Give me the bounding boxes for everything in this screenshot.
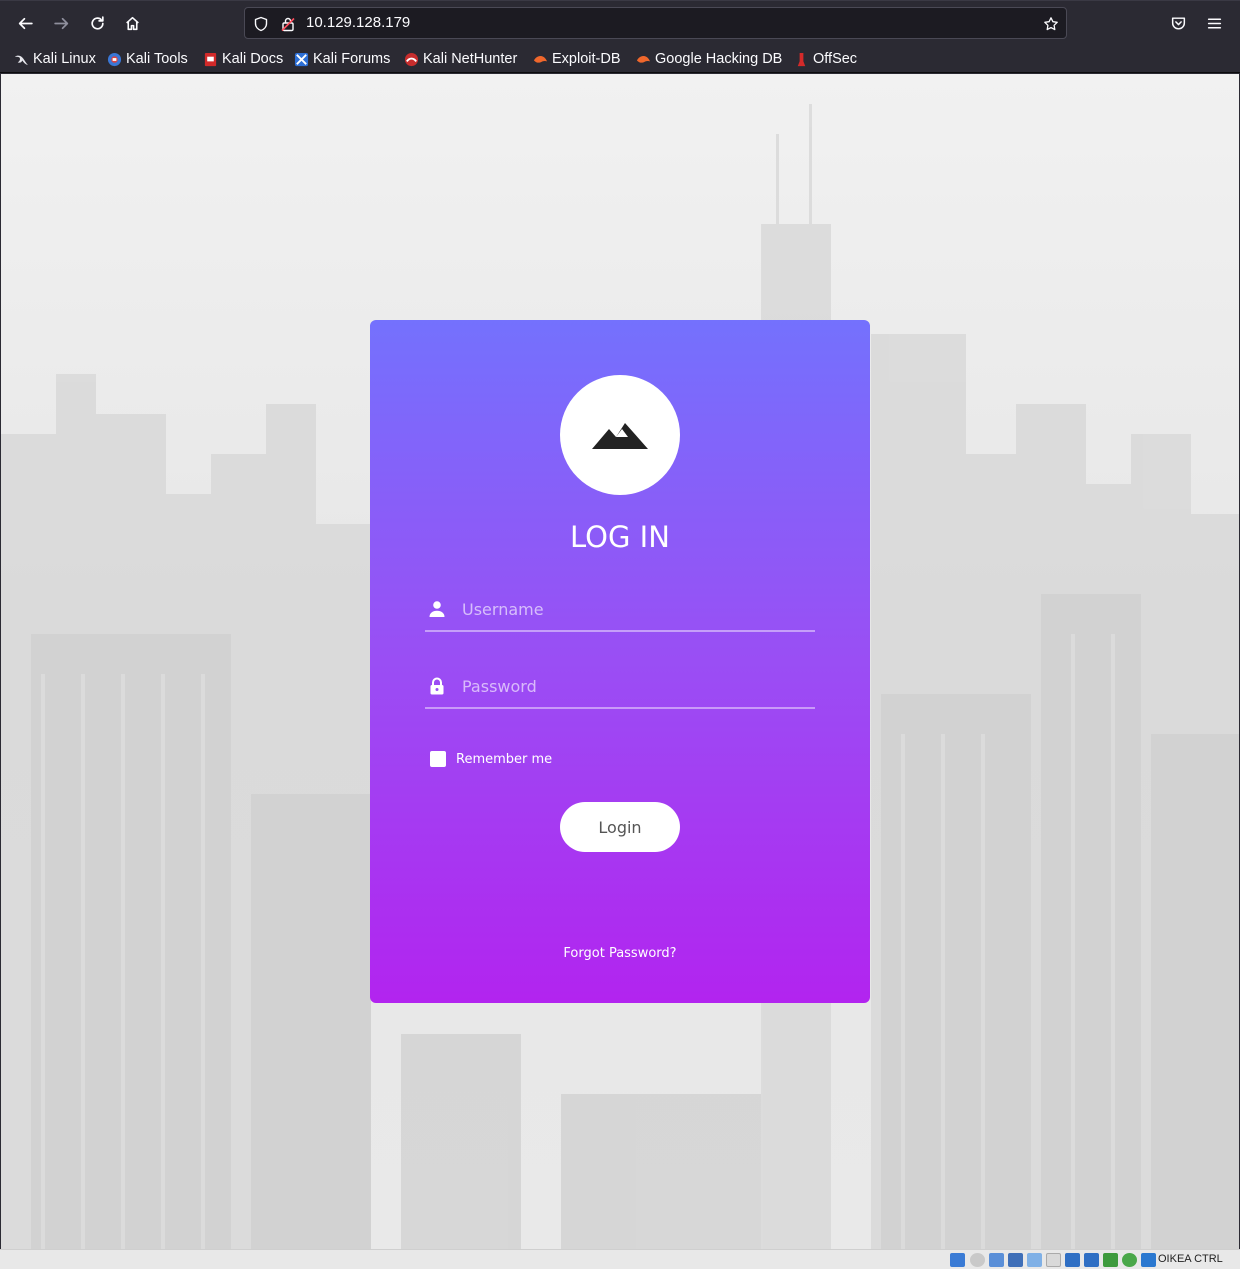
forward-button[interactable] [46, 8, 76, 38]
bookmark-label: Kali NetHunter [423, 51, 518, 67]
bookmark-kali-linux[interactable]: Kali Linux [14, 49, 96, 69]
bookmark-label: Kali Docs [222, 51, 284, 67]
remember-me-label[interactable]: Remember me [456, 752, 552, 767]
bookmark-kali-nethunter[interactable]: Kali NetHunter [404, 49, 517, 69]
display-icon[interactable] [1065, 1253, 1080, 1267]
user-icon [428, 600, 446, 618]
hamburger-menu-icon [1207, 17, 1221, 29]
menu-button[interactable] [1199, 8, 1229, 38]
kali-nethunter-icon [404, 52, 419, 66]
kali-docs-icon [204, 52, 217, 66]
offsec-icon [797, 52, 806, 66]
bookmarks-bar: Kali Linux Kali Tools Kali Docs Kali For… [0, 44, 1240, 73]
arrow-left-icon [18, 17, 33, 29]
login-title: LOG IN [570, 520, 670, 554]
bookmark-exploit-db[interactable]: Exploit-DB [533, 49, 621, 69]
ghdb-icon [636, 55, 651, 63]
username-field [425, 590, 815, 632]
home-button[interactable] [117, 8, 147, 38]
usb-icon[interactable] [1027, 1253, 1042, 1267]
login-button[interactable]: Login [560, 802, 680, 852]
bookmark-google-hacking-db[interactable]: Google Hacking DB [636, 49, 782, 69]
username-input[interactable] [462, 594, 802, 624]
remember-me-row: Remember me [430, 751, 552, 767]
virtualization-icon[interactable] [1122, 1253, 1137, 1267]
bookmark-label: Google Hacking DB [655, 51, 783, 67]
password-input[interactable] [462, 671, 802, 701]
arrow-right-icon [53, 17, 68, 29]
bookmark-label: Kali Linux [33, 51, 96, 67]
mountain-icon [592, 423, 648, 449]
keyboard-capture-icon[interactable] [1141, 1253, 1156, 1267]
bookmark-kali-docs[interactable]: Kali Docs [203, 49, 283, 69]
bookmark-label: OffSec [813, 51, 858, 67]
pocket-icon [1171, 16, 1185, 30]
tracking-protection-shield-icon[interactable] [252, 15, 270, 33]
lock-icon [428, 677, 446, 695]
bookmark-kali-forums[interactable]: Kali Forums [294, 49, 390, 69]
host-key-label: OIKEA CTRL [1158, 1253, 1223, 1265]
kali-forums-icon [294, 52, 309, 66]
vm-status-bar: OIKEA CTRL [0, 1249, 1240, 1269]
hard-disk-icon[interactable] [950, 1253, 965, 1267]
optical-drive-icon[interactable] [970, 1253, 985, 1267]
forgot-password-link[interactable]: Forgot Password? [370, 946, 870, 961]
bookmark-label: Kali Forums [313, 51, 391, 67]
network-icon[interactable] [1008, 1253, 1023, 1267]
url-text[interactable]: 10.129.128.179 [306, 14, 410, 31]
kali-tools-icon [107, 52, 122, 66]
bookmark-star-icon[interactable] [1042, 15, 1060, 33]
password-field [425, 667, 815, 709]
reload-icon [90, 15, 104, 30]
video-capture-icon[interactable] [1084, 1253, 1099, 1267]
remember-me-checkbox[interactable] [430, 751, 446, 767]
kali-dragon-icon [14, 55, 29, 65]
home-icon [125, 16, 139, 30]
back-button[interactable] [10, 8, 40, 38]
bookmark-label: Kali Tools [126, 51, 188, 67]
shared-folder-icon[interactable] [1046, 1253, 1061, 1267]
bookmark-label: Exploit-DB [552, 51, 621, 67]
bookmark-offsec[interactable]: OffSec [794, 49, 857, 69]
address-bar[interactable]: 10.129.128.179 [244, 7, 1067, 39]
exploit-db-icon [533, 55, 548, 63]
bookmark-kali-tools[interactable]: Kali Tools [107, 49, 188, 69]
pocket-button[interactable] [1163, 8, 1193, 38]
page-viewport: LOG IN Remember me Login Forgot Password… [1, 74, 1239, 1249]
reload-button[interactable] [82, 8, 112, 38]
cpu-icon[interactable] [1103, 1253, 1118, 1267]
logo-avatar [560, 375, 680, 495]
insecure-lock-icon[interactable] [279, 15, 297, 33]
browser-toolbar: 10.129.128.179 [0, 0, 1240, 44]
login-card: LOG IN Remember me Login Forgot Password… [370, 320, 870, 1003]
audio-icon[interactable] [989, 1253, 1004, 1267]
